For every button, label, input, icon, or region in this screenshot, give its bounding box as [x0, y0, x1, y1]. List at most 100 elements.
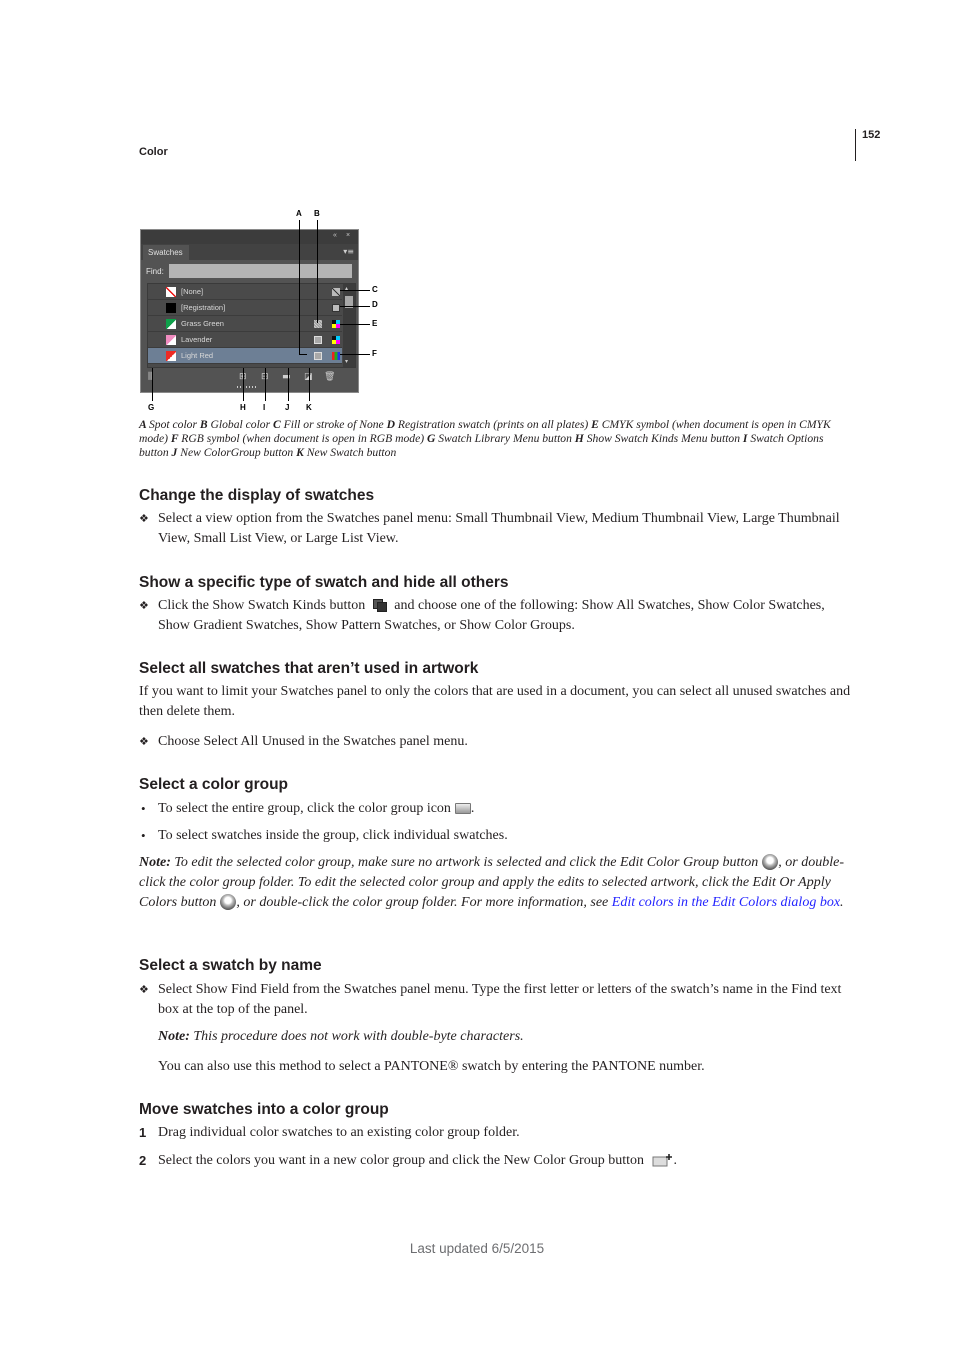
caption-text: Fill or stroke of None: [283, 418, 387, 431]
panel-bottom-bar: ⫼ ⊞ ⊟ ▬ ◪ 🗑: [141, 368, 358, 392]
swatch-row[interactable]: [Registration]: [148, 300, 342, 316]
swatch-row[interactable]: Lavender: [148, 332, 342, 348]
show-swatch-kinds-icon: [372, 598, 391, 612]
swatch-name: [None]: [181, 287, 204, 296]
page-number: 152: [862, 129, 881, 141]
heading-specific-type: Show a specific type of swatch and hide …: [139, 574, 509, 591]
step-change-display: ❖ Select a view option from the Swatches…: [139, 511, 840, 546]
swatch-row[interactable]: Light Red: [148, 348, 342, 364]
callout-line: [317, 220, 318, 323]
caption-text: Registration swatch (prints on all plate…: [397, 418, 592, 431]
callout-line: [299, 220, 300, 355]
caption-key: J: [171, 446, 181, 459]
callout-label: E: [372, 319, 378, 328]
callout-label: I: [263, 403, 266, 412]
link-edit-colors[interactable]: Edit colors in the Edit Colors dialog bo…: [612, 895, 840, 910]
callout-line: [317, 322, 318, 323]
step-by-name: ❖ Select Show Find Field from the Swatch…: [139, 982, 842, 1017]
callout-label: G: [148, 403, 155, 412]
rgb-icon: [332, 352, 340, 360]
footer-last-updated: Last updated 6/5/2015: [409, 1241, 545, 1256]
callout-line: [243, 368, 244, 401]
spot-color-icon: [314, 352, 322, 360]
swatch-name: [Registration]: [181, 303, 226, 312]
caption-key: B: [199, 418, 211, 431]
none-icon: [332, 288, 340, 296]
callout-label: K: [306, 403, 312, 412]
callout-line: [340, 306, 370, 307]
bullet-diamond-icon: ❖: [139, 984, 149, 996]
caption-text: Swatch Library Menu button: [438, 432, 575, 445]
heading-move-swatches: Move swatches into a color group: [139, 1101, 389, 1118]
caption-text: Global color: [210, 418, 274, 431]
registration-icon: [332, 304, 340, 312]
cmyk-icon: [332, 336, 340, 344]
running-header-section: Color: [139, 146, 168, 158]
caption-text: Show Swatch Kinds Menu button: [586, 432, 743, 445]
note-double-byte: Note: This procedure does not work with …: [158, 1029, 524, 1044]
edit-apply-colors-icon: [220, 894, 237, 910]
callout-label: B: [314, 209, 320, 218]
caption-key: H: [574, 432, 587, 445]
callout-line: [299, 354, 307, 355]
step-select-unused: ❖ Choose Select All Unused in the Swatch…: [139, 732, 851, 752]
step-1: 1 Drag individual color swatches to an e…: [139, 1125, 520, 1140]
caption-text: Spot color: [149, 418, 200, 431]
panel-tab-row: Swatches ▾≡: [141, 244, 358, 260]
swatch-list: [None] [Registration] Grass Green Lavender L…: [147, 283, 356, 368]
heading-select-unused: Select all swatches that aren’t used in …: [139, 660, 479, 677]
header-divider: [855, 129, 856, 161]
new-color-group-icon[interactable]: ▬: [282, 372, 291, 382]
callout-label: A: [296, 209, 302, 218]
callout-line: [340, 290, 370, 291]
callout-label: H: [240, 403, 246, 412]
callout-label: J: [285, 403, 290, 412]
bullet-diamond-icon: ❖: [139, 600, 149, 612]
swatch-chip: [166, 351, 176, 361]
caption-key: F: [170, 432, 182, 445]
collapse-icon[interactable]: «: [333, 232, 337, 239]
swatch-name: Light Red: [181, 351, 214, 360]
new-color-group-icon: [652, 1153, 674, 1167]
delete-swatch-icon[interactable]: 🗑: [324, 372, 335, 382]
heading-color-group: Select a color group: [139, 776, 289, 793]
bullet-select-swatches: • To select swatches inside the group, c…: [141, 828, 508, 843]
heading-change-display: Change the display of swatches: [139, 487, 375, 504]
heading-by-name: Select a swatch by name: [139, 957, 322, 974]
bullet-select-group: • To select the entire group, click the …: [141, 801, 475, 816]
caption-key: A: [139, 418, 149, 431]
callout-label: D: [372, 300, 378, 309]
swatch-row[interactable]: Grass Green: [148, 316, 342, 332]
caption-text: RGB symbol (when document is open in RGB…: [181, 432, 427, 445]
callout-label: C: [372, 285, 378, 294]
callout-line: [340, 324, 370, 325]
edit-color-group-icon: [762, 854, 779, 870]
swatch-row[interactable]: [None]: [148, 284, 342, 300]
close-icon[interactable]: ×: [346, 232, 350, 239]
tab-swatches[interactable]: Swatches: [143, 245, 189, 260]
panel-menu-icon[interactable]: ▾≡: [343, 247, 354, 256]
color-group-folder-icon: [454, 803, 471, 814]
scroll-down-icon[interactable]: ▾: [345, 358, 348, 365]
caption-text: New Swatch button: [306, 446, 397, 459]
callout-line: [265, 368, 266, 401]
callout-line: [340, 354, 370, 355]
note-edit-color-group: Note: To edit the selected color group, …: [139, 854, 845, 910]
bullet-diamond-icon: ❖: [139, 513, 149, 525]
step-specific-type: ❖ Click the Show Swatch Kinds button and…: [139, 598, 825, 633]
callout-label: F: [372, 349, 377, 358]
resize-grip[interactable]: [237, 386, 257, 388]
caption-key: E: [591, 418, 602, 431]
find-label: Find:: [146, 267, 164, 276]
caption-key: C: [273, 418, 284, 431]
find-input[interactable]: [169, 264, 352, 278]
caption-text: New ColorGroup button: [180, 446, 297, 459]
caption-key: D: [386, 418, 398, 431]
callout-line: [152, 368, 153, 401]
step-2: 2 Select the colors you want in a new co…: [139, 1153, 677, 1168]
callout-line: [288, 368, 289, 401]
caption-key: K: [296, 446, 307, 459]
swatch-name: Lavender: [181, 335, 213, 344]
panel-title-bar: « ×: [141, 230, 358, 244]
intro-select-unused: If you want to limit your Swatches panel…: [139, 684, 851, 719]
